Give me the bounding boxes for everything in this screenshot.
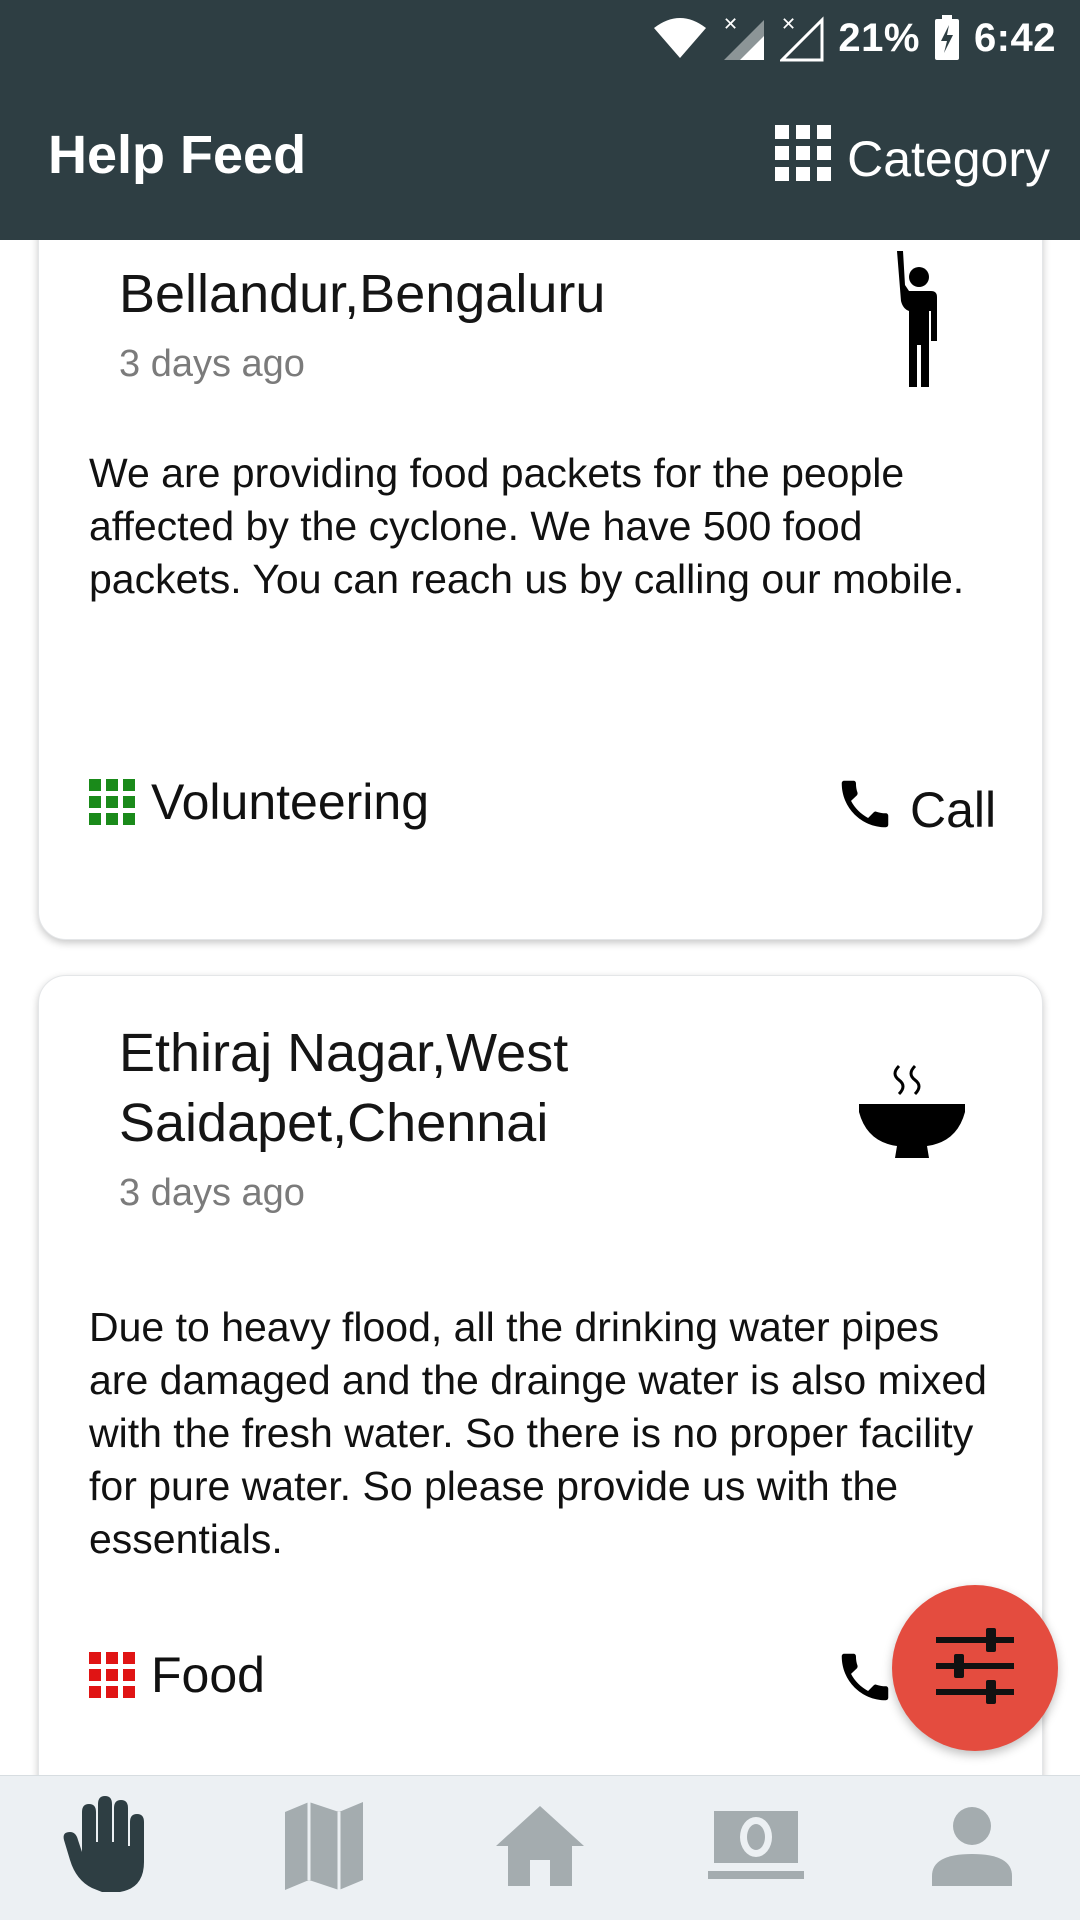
- clock: 6:42: [973, 15, 1056, 60]
- status-icons: ✕ ✕ 21% 6:42: [652, 10, 1056, 66]
- person-raising-hand-icon: [889, 251, 945, 396]
- nav-help-feed[interactable]: [48, 1788, 168, 1908]
- help-feed-list[interactable]: Bellandur,Bengaluru 3 days ago We are pr…: [0, 240, 1080, 1775]
- card-time-ago: 3 days ago: [119, 1172, 305, 1214]
- signal-2-icon: ✕: [780, 14, 824, 62]
- call-label: Call: [910, 782, 997, 838]
- bottom-navigation: [0, 1775, 1080, 1920]
- signal-1-icon: ✕: [722, 14, 766, 62]
- phone-icon: [834, 1646, 896, 1720]
- nav-home[interactable]: [480, 1788, 600, 1908]
- filter-sliders-icon: [934, 1627, 1016, 1709]
- category-button[interactable]: Category: [775, 124, 1050, 194]
- feed-card[interactable]: Bellandur,Bengaluru 3 days ago We are pr…: [38, 240, 1043, 940]
- profile-icon: [930, 1806, 1014, 1891]
- card-description: We are providing food packets for the pe…: [89, 450, 965, 602]
- app-bar: ✕ ✕ 21% 6:42 Help Feed Category: [0, 0, 1080, 240]
- card-description: Due to heavy flood, all the drinking wat…: [89, 1304, 987, 1562]
- wifi-icon: [652, 16, 708, 60]
- battery-percent: 21%: [838, 15, 920, 60]
- grid-icon: [775, 125, 832, 193]
- card-category: Food: [89, 1646, 265, 1704]
- battery-charging-icon: [934, 15, 960, 61]
- money-icon: [708, 1809, 804, 1888]
- hand-icon: [62, 1795, 154, 1901]
- category-grid-icon: [89, 1652, 135, 1698]
- hot-bowl-icon: [857, 1056, 967, 1171]
- card-location-line-2: Saidapet,Chennai: [119, 1093, 549, 1153]
- call-button[interactable]: Call: [834, 773, 996, 847]
- filter-fab-button[interactable]: [892, 1585, 1058, 1751]
- category-grid-icon: [89, 779, 135, 825]
- category-label: Category: [847, 131, 1050, 187]
- phone-icon: [834, 773, 896, 847]
- card-category-label: Food: [151, 1647, 265, 1703]
- page-title: Help Feed: [48, 125, 307, 185]
- card-location: Bellandur,Bengaluru: [119, 264, 606, 324]
- svg-text:✕: ✕: [781, 14, 796, 35]
- card-category-label: Volunteering: [151, 774, 430, 830]
- nav-map[interactable]: [264, 1788, 384, 1908]
- svg-text:✕: ✕: [723, 14, 738, 35]
- call-button[interactable]: [834, 1646, 896, 1720]
- card-time-ago: 3 days ago: [119, 343, 305, 385]
- status-bar: ✕ ✕ 21% 6:42: [0, 0, 1080, 76]
- card-category: Volunteering: [89, 773, 429, 831]
- card-location-line-1: Ethiraj Nagar,West: [119, 1023, 569, 1083]
- map-icon: [283, 1800, 365, 1897]
- home-icon: [494, 1804, 586, 1893]
- nav-donate[interactable]: [696, 1788, 816, 1908]
- nav-profile[interactable]: [912, 1788, 1032, 1908]
